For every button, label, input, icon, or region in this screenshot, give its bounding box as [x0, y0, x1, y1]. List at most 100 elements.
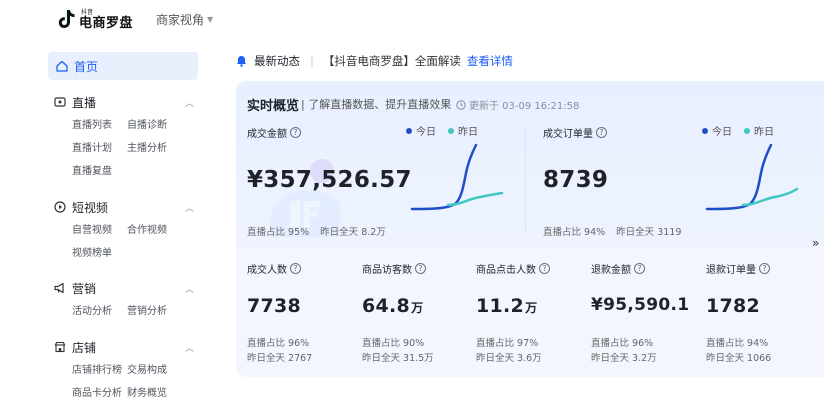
- news-text: 【抖音电商罗盘】全面解读: [322, 54, 461, 68]
- metric-label-orders: 成交订单量 ?: [543, 125, 607, 140]
- sidebar-item-marketing-analysis[interactable]: 营销分析: [127, 303, 197, 321]
- metric-number: 1782: [706, 295, 761, 317]
- metric-yesterday: 昨日全天 3.2万: [591, 353, 657, 364]
- metric-share: 直播占比 97%: [476, 338, 539, 349]
- douyin-logo-icon: [58, 10, 75, 28]
- sidebar-item-live-plan[interactable]: 直播计划: [72, 140, 127, 158]
- news-detail-link[interactable]: 查看详情: [467, 53, 513, 69]
- metric-value-gmv: ¥357,526.57: [247, 167, 412, 193]
- metric-value-buyers: 7738: [247, 295, 302, 317]
- realtime-overview-card: 实时概览 | 了解直播数据、提升直播效果 更新于 03-09 16:21:58 …: [236, 81, 824, 377]
- legend-today-label: 今日: [712, 127, 732, 138]
- metric-number: 64.8: [362, 295, 411, 317]
- live-icon: [54, 96, 66, 108]
- legend-gmv: 今日 昨日: [406, 123, 478, 138]
- news-divider: |: [310, 54, 314, 68]
- metric-label-text: 退款金额: [591, 265, 631, 276]
- metric-value-visitors: 64.8万: [362, 295, 423, 317]
- help-icon[interactable]: ?: [290, 127, 301, 138]
- brand-small-text: 抖音: [81, 9, 94, 16]
- sidebar-item-coop-video[interactable]: 合作视频: [127, 222, 197, 240]
- help-icon[interactable]: ?: [634, 263, 645, 274]
- sparkline-orders: [705, 143, 799, 211]
- metric-label-visitors: 商品访客数 ?: [362, 261, 426, 276]
- metric-yesterday: 昨日全天 8.2万: [320, 227, 386, 238]
- metric-unit: 万: [525, 301, 538, 315]
- update-time: 更新于 03-09 16:21:58: [456, 97, 579, 112]
- chevron-up-icon: ︿: [184, 284, 194, 295]
- chevron-up-icon: ︿: [184, 98, 194, 109]
- metric-yesterday: 昨日全天 1066: [706, 353, 772, 364]
- video-icon: [54, 201, 66, 213]
- logo[interactable]: 抖音 电商罗盘: [58, 9, 133, 31]
- metric-foot-refund-amount: 直播占比 96% 昨日全天 3.2万: [591, 336, 657, 366]
- news-label: 最新动态: [254, 54, 300, 68]
- sidebar-group-live: 直播 ︿ 直播列表 自播诊断 直播计划 主播分析 直播复盘: [54, 93, 194, 181]
- sidebar-group-label: 店铺: [72, 340, 97, 355]
- sidebar-group-label: 营销: [72, 281, 97, 296]
- sidebar-group-shop: 店铺 ︿ 店铺排行榜 交易构成 商品卡分析 财务概览: [54, 338, 194, 400]
- sidebar-item-home[interactable]: 首页: [48, 52, 198, 80]
- metric-foot-visitors: 直播占比 90% 昨日全天 31.5万: [362, 336, 434, 366]
- chevron-up-icon: ︿: [184, 343, 194, 354]
- metric-share: 直播占比 95%: [247, 227, 310, 238]
- chevron-up-icon: ︿: [184, 203, 194, 214]
- clock-icon: [456, 99, 466, 110]
- sidebar-group-marketing: 营销 ︿ 活动分析 营销分析: [54, 279, 194, 321]
- metric-label-buyers: 成交人数 ?: [247, 261, 301, 276]
- metric-label-text: 退款订单量: [706, 265, 756, 276]
- help-icon[interactable]: ?: [415, 263, 426, 274]
- metric-share: 直播占比 96%: [591, 338, 654, 349]
- metric-yesterday: 昨日全天 3.6万: [476, 353, 542, 364]
- metric-label-text: 成交人数: [247, 265, 287, 276]
- metric-number: 11.2: [476, 295, 525, 317]
- sidebar-item-own-video[interactable]: 自营视频: [72, 222, 127, 240]
- sidebar-item-live-review[interactable]: 直播复盘: [72, 163, 127, 181]
- legend-yesterday-dot: [448, 127, 454, 134]
- sidebar-item-label: 首页: [74, 59, 99, 74]
- metric-label-text: 成交金额: [247, 129, 287, 140]
- sidebar-item-self-diagnosis[interactable]: 自播诊断: [127, 117, 197, 135]
- update-time-text: 更新于 03-09 16:21:58: [469, 101, 580, 112]
- sidebar-item-live-list[interactable]: 直播列表: [72, 117, 127, 135]
- metric-foot-buyers: 直播占比 96% 昨日全天 2767: [247, 336, 312, 366]
- metric-number: ¥95,590.1: [591, 295, 690, 315]
- metric-yesterday: 昨日全天 2767: [247, 353, 313, 364]
- news-bar: 最新动态 | 【抖音电商罗盘】全面解读 查看详情: [236, 53, 513, 69]
- sidebar-item-anchor-analysis[interactable]: 主播分析: [127, 140, 197, 158]
- metric-value-refund-orders: 1782: [706, 295, 761, 317]
- metric-label-text: 商品点击人数: [476, 265, 536, 276]
- legend-yesterday-label: 昨日: [754, 127, 774, 138]
- role-switcher[interactable]: 商家视角 ▼: [156, 11, 213, 28]
- legend-yesterday-dot: [744, 127, 750, 134]
- bell-icon: [237, 56, 246, 67]
- metric-foot-refund-orders: 直播占比 94% 昨日全天 1066: [706, 336, 771, 366]
- sidebar-item-shop-rank[interactable]: 店铺排行榜: [72, 362, 127, 380]
- sidebar-group-head-live[interactable]: 直播 ︿: [54, 93, 194, 111]
- metric-foot-orders: 直播占比 94% 昨日全天 3119: [543, 224, 681, 238]
- overview-subtitle: | 了解直播数据、提升直播效果: [301, 98, 452, 111]
- sidebar-group-head-video[interactable]: 短视频 ︿: [54, 198, 194, 216]
- caret-down-icon: ▼: [207, 15, 214, 24]
- sidebar-group-head-marketing[interactable]: 营销 ︿: [54, 279, 194, 297]
- legend-today-dot: [702, 127, 708, 134]
- sidebar-item-trade-composition[interactable]: 交易构成: [127, 362, 197, 380]
- sparkline-gmv: [410, 143, 504, 211]
- sidebar-item-finance-overview[interactable]: 财务概览: [127, 385, 197, 400]
- sidebar-item-product-card-analysis[interactable]: 商品卡分析: [72, 385, 127, 400]
- sidebar-item-video-rank[interactable]: 视频榜单: [72, 245, 127, 263]
- sidebar-item-activity-analysis[interactable]: 活动分析: [72, 303, 127, 321]
- legend-today-label: 今日: [416, 127, 436, 138]
- metric-value-orders: 8739: [543, 167, 609, 193]
- sidebar-group-head-shop[interactable]: 店铺 ︿: [54, 338, 194, 356]
- overview-title: 实时概览: [247, 99, 300, 114]
- help-icon[interactable]: ?: [290, 263, 301, 274]
- help-icon[interactable]: ?: [539, 263, 550, 274]
- sidebar-group-video: 短视频 ︿ 自营视频 合作视频 视频榜单: [54, 198, 194, 263]
- brand-main-text: 电商罗盘: [79, 16, 134, 31]
- metric-foot-gmv: 直播占比 95% 昨日全天 8.2万: [247, 224, 386, 238]
- help-icon[interactable]: ?: [759, 263, 770, 274]
- expand-right-icon[interactable]: »: [812, 236, 819, 250]
- metric-share: 直播占比 94%: [543, 227, 606, 238]
- help-icon[interactable]: ?: [596, 127, 607, 138]
